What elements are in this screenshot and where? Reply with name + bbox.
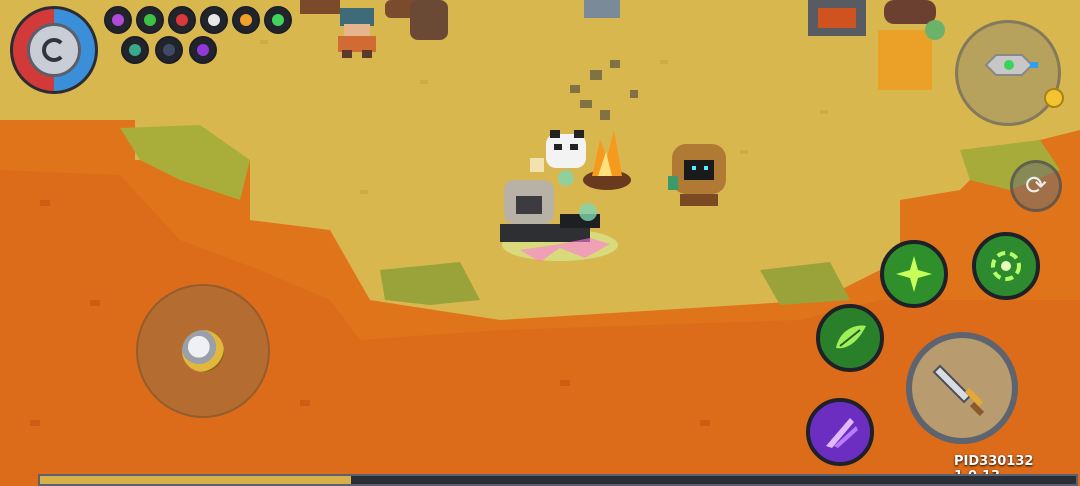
orb-center (27, 23, 81, 77)
sword-icon (932, 364, 985, 417)
flame-buff-icon (232, 6, 260, 34)
teal-sword-buff-icon (121, 36, 149, 64)
buff-glyph (163, 44, 175, 56)
purple-burst-buff-icon (189, 36, 217, 64)
buff-row-1 (104, 6, 292, 34)
green-burst-icon (896, 256, 932, 292)
white-cannon-buff-icon (200, 6, 228, 34)
buff-glyph (197, 44, 209, 56)
buff-glyph (112, 14, 124, 26)
swirl-icon (42, 38, 66, 62)
buff-glyph (176, 14, 188, 26)
joystick-knob[interactable] (182, 330, 224, 372)
buff-row-2 (121, 36, 217, 64)
purple-shield-buff-icon (104, 6, 132, 34)
attack-button[interactable] (906, 332, 1018, 444)
green-target-buff-icon (264, 6, 292, 34)
skill-lightning-button[interactable] (880, 240, 948, 308)
skill-vortex-button[interactable] (972, 232, 1040, 300)
minimap[interactable] (955, 20, 1061, 126)
swap-weapon-button[interactable]: ⟳ (1010, 160, 1062, 212)
buff-glyph (272, 14, 284, 26)
buff-glyph (240, 14, 252, 26)
red-claw-buff-icon (168, 6, 196, 34)
purple-slash-icon (826, 418, 858, 448)
dark-shield-buff-icon (155, 36, 183, 64)
coin-icon (1044, 88, 1064, 108)
minimap-map-icon (984, 54, 1038, 76)
green-leaf-icon (836, 325, 866, 349)
swap-icon: ⟳ (1025, 171, 1047, 201)
progress-bar (38, 474, 1078, 486)
buff-glyph (129, 44, 141, 56)
health-energy-orb (10, 6, 98, 94)
progress-bar-fill (40, 476, 351, 484)
skill-leaf-button[interactable] (816, 304, 884, 372)
green-leaf-buff-icon (136, 6, 164, 34)
buff-glyph (208, 14, 220, 26)
skill-purple-slash-button[interactable] (806, 398, 874, 466)
green-vortex-icon (991, 251, 1021, 281)
buff-glyph (144, 14, 156, 26)
